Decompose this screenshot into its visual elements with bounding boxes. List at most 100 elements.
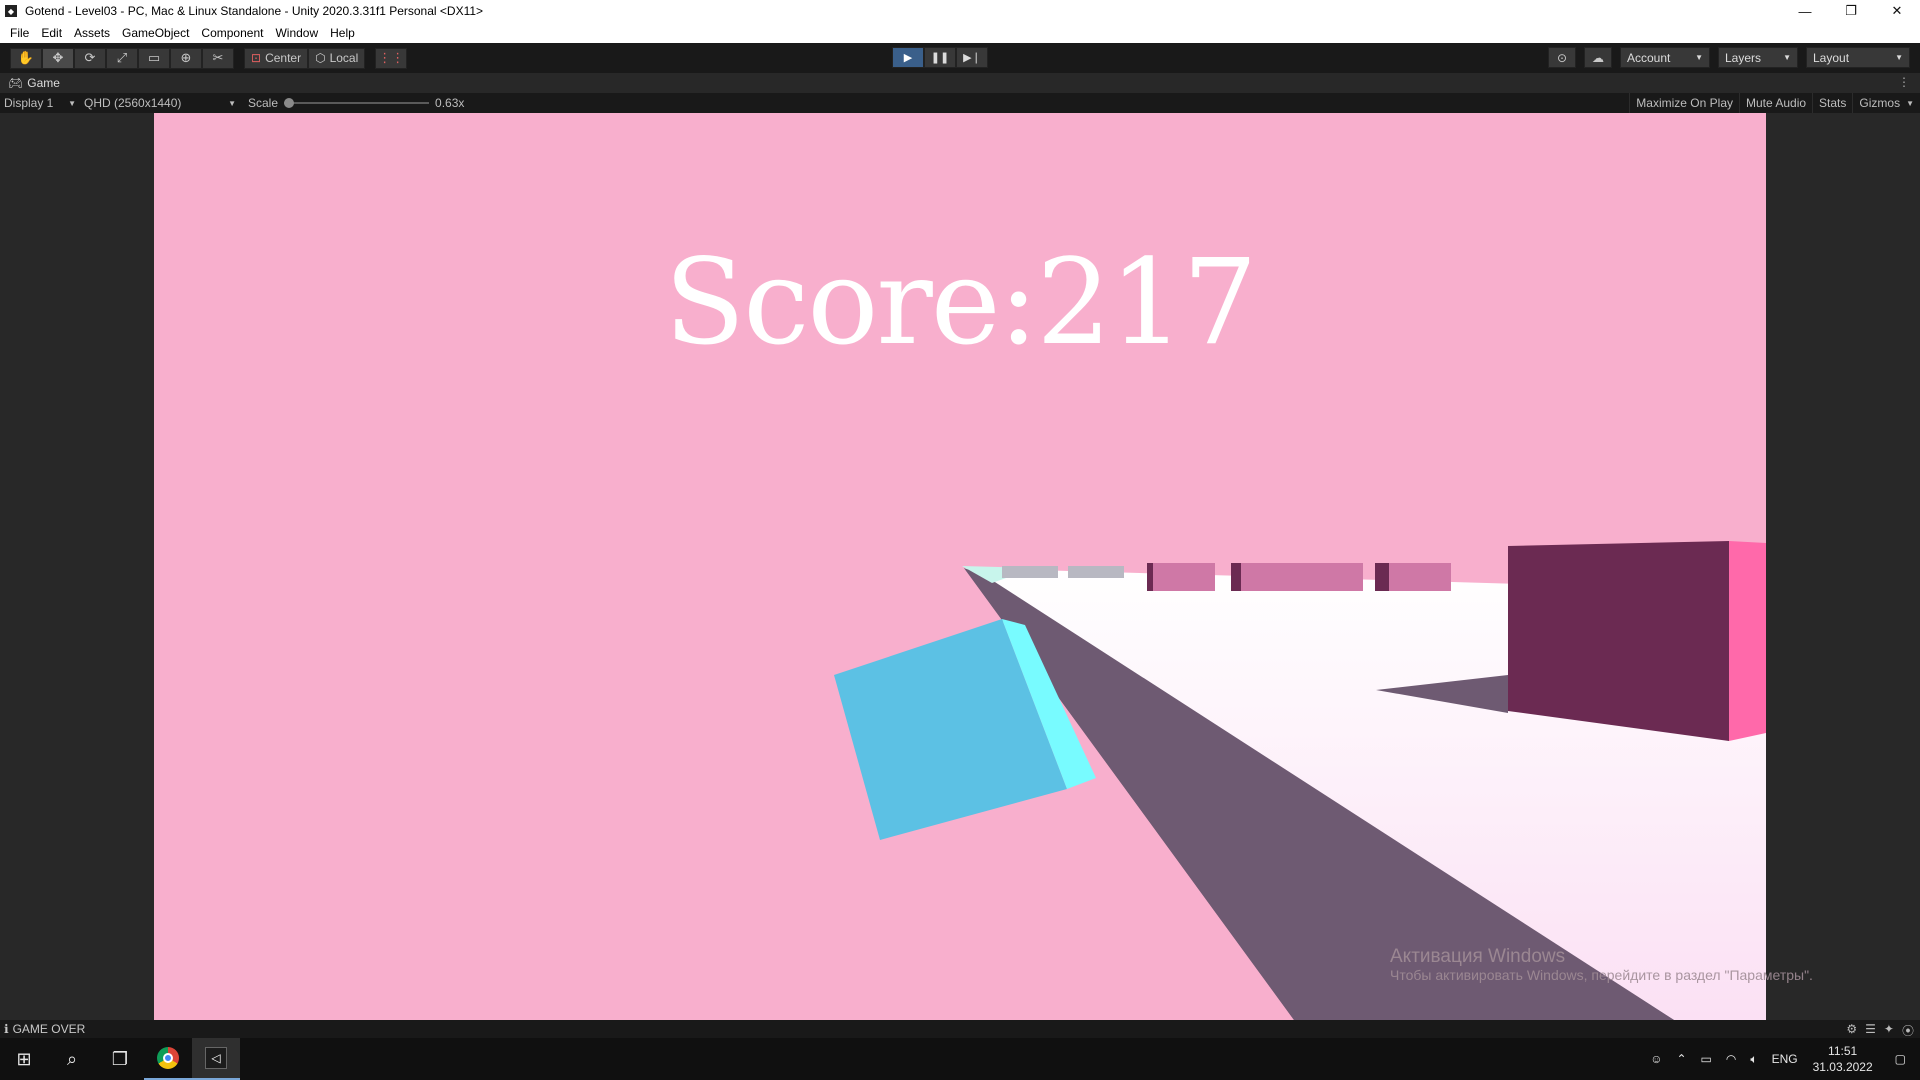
transform-tools: ✋ ✥ ⟳ ⤢ ▭ ⊕ ✂: [10, 47, 234, 69]
gizmos-label: Gizmos: [1859, 96, 1901, 110]
menu-edit[interactable]: Edit: [35, 26, 68, 40]
grid-snap-group: ⋮⋮: [375, 47, 408, 69]
obstacle-far: [1241, 563, 1363, 591]
chrome-icon: [157, 1047, 179, 1069]
move-tool-icon[interactable]: ✥: [42, 47, 74, 69]
obstacle-far-side: [1375, 563, 1389, 591]
resolution-dropdown[interactable]: QHD (2560x1440) ▼: [80, 93, 240, 113]
hand-tool-icon[interactable]: ✋: [10, 47, 42, 69]
transform-tool-icon[interactable]: ⊕: [170, 47, 202, 69]
gamepad-icon: 🎮︎: [8, 76, 24, 90]
chevron-down-icon: ▼: [68, 98, 76, 108]
obstacle-near-side: [1729, 541, 1766, 741]
chevron-down-icon: ▼: [1895, 53, 1903, 62]
volume-icon[interactable]: 🔈︎: [1743, 1052, 1764, 1067]
obstacle-far: [1153, 563, 1215, 591]
main-toolbar: ✋ ✥ ⟳ ⤢ ▭ ⊕ ✂ ⊡ Center ⬡ Local ⋮⋮ ▶ ❚❚ ▶…: [0, 43, 1920, 73]
chevron-down-icon: ▼: [1695, 53, 1703, 62]
console-status-bar[interactable]: ℹ GAME OVER ⚙ ☰ ✦ ⦿: [0, 1020, 1920, 1038]
menu-gameobject[interactable]: GameObject: [116, 26, 195, 40]
menu-assets[interactable]: Assets: [68, 26, 116, 40]
wifi-icon[interactable]: ◠: [1719, 1052, 1743, 1066]
obstacle-far: [1068, 566, 1124, 578]
scale-slider-handle[interactable]: [284, 98, 295, 108]
rect-tool-icon[interactable]: ▭: [138, 47, 170, 69]
game-viewport[interactable]: Score:217: [154, 113, 1766, 1020]
chevron-up-icon[interactable]: ⌃: [1669, 1052, 1693, 1066]
layout-label: Layout: [1813, 50, 1850, 65]
battery-icon[interactable]: ▭: [1694, 1052, 1719, 1066]
layout-dropdown[interactable]: Layout ▼: [1806, 47, 1910, 68]
clock-time: 11:51: [1828, 1044, 1858, 1058]
windows-activation-watermark: Активация Windows Чтобы активировать Win…: [1390, 947, 1813, 985]
layers-dropdown[interactable]: Layers ▼: [1718, 47, 1798, 68]
game-view-options: Maximize On Play Mute Audio Stats Gizmos…: [1629, 93, 1920, 113]
notification-icon[interactable]: ▢: [1881, 1052, 1920, 1066]
obstacle-far: [1002, 566, 1058, 578]
scale-slider[interactable]: [284, 98, 430, 108]
pivot-local-icon: ⬡: [315, 51, 326, 65]
progress-icon: ⚙: [1846, 1022, 1858, 1036]
obstacle-far-side: [1231, 563, 1241, 591]
menu-window[interactable]: Window: [269, 26, 324, 40]
menu-help[interactable]: Help: [324, 26, 361, 40]
tab-game[interactable]: 🎮︎ Game: [0, 73, 68, 93]
unity-app-icon: ◆: [5, 5, 17, 17]
step-button[interactable]: ▶❘: [956, 47, 988, 68]
pivot-center-button[interactable]: ⊡ Center: [244, 47, 309, 69]
debug-mode-icon[interactable]: ⦿: [1902, 1022, 1914, 1039]
collab-icon[interactable]: ⊙: [1548, 47, 1576, 68]
obstacle-far: [1389, 563, 1451, 591]
score-display: Score:217: [154, 233, 1766, 371]
title-bar: ◆ Gotend - Level03 - PC, Mac & Linux Sta…: [0, 0, 1920, 22]
menu-component[interactable]: Component: [195, 26, 269, 40]
system-tray: ☺ ⌃ ▭ ◠ 🔈︎ ENG 11:51 31.03.2022 ▢: [1643, 1038, 1920, 1080]
account-dropdown[interactable]: Account ▼: [1620, 47, 1710, 68]
grid-snap-icon[interactable]: ⋮⋮: [375, 47, 408, 69]
rotate-tool-icon[interactable]: ⟳: [74, 47, 106, 69]
custom-tool-icon[interactable]: ✂: [202, 47, 234, 69]
scale-control: Scale 0.63x: [240, 93, 468, 113]
score-value: 217: [1036, 233, 1257, 371]
windows-start-icon[interactable]: ⊞: [0, 1038, 48, 1080]
people-icon[interactable]: ☺: [1643, 1052, 1669, 1066]
maximize-on-play-toggle[interactable]: Maximize On Play: [1629, 93, 1739, 113]
game-tab-bar: 🎮︎ Game ⋮: [0, 73, 1920, 93]
pause-button[interactable]: ❚❚: [924, 47, 956, 68]
auto-generate-lighting-icon: ✦: [1883, 1022, 1894, 1036]
gizmos-dropdown[interactable]: Gizmos ▼: [1852, 93, 1920, 113]
windows-taskbar: ⊞ ⌕ ❐ ◁ ☺ ⌃ ▭ ◠ 🔈︎ ENG 11:51 31.03.2022 …: [0, 1038, 1920, 1080]
cache-server-icon: ☰: [1865, 1022, 1876, 1036]
task-view-icon[interactable]: ❐: [96, 1038, 144, 1080]
menu-file[interactable]: File: [4, 26, 35, 40]
chrome-taskbar-button[interactable]: [144, 1038, 192, 1080]
play-controls: ▶ ❚❚ ▶❘: [892, 47, 988, 68]
scale-value: 0.63x: [435, 96, 465, 110]
cloud-icon[interactable]: ☁: [1584, 47, 1612, 68]
pivot-group: ⊡ Center ⬡ Local: [244, 47, 366, 69]
window-title: Gotend - Level03 - PC, Mac & Linux Stand…: [25, 4, 484, 18]
status-message: GAME OVER: [12, 1022, 86, 1036]
stats-toggle[interactable]: Stats: [1812, 93, 1852, 113]
clock[interactable]: 11:51 31.03.2022: [1805, 1043, 1881, 1075]
chevron-down-icon: ▼: [1783, 53, 1791, 62]
search-icon[interactable]: ⌕: [48, 1038, 96, 1080]
play-button[interactable]: ▶: [892, 47, 924, 68]
chevron-down-icon: ▼: [1906, 98, 1914, 108]
toolbar-right: ⊙ ☁ Account ▼ Layers ▼ Layout ▼: [1548, 47, 1910, 68]
mute-audio-toggle[interactable]: Mute Audio: [1739, 93, 1812, 113]
tab-game-label: Game: [27, 76, 60, 90]
layers-label: Layers: [1725, 50, 1762, 65]
language-indicator[interactable]: ENG: [1765, 1052, 1805, 1066]
watermark-subtitle: Чтобы активировать Windows, перейдите в …: [1390, 967, 1813, 983]
game-view-toolbar: Display 1 ▼ QHD (2560x1440) ▼ Scale 0.63…: [0, 93, 1920, 113]
restore-button[interactable]: ❐: [1828, 0, 1874, 22]
tab-menu-icon[interactable]: ⋮: [1898, 75, 1910, 89]
scale-tool-icon[interactable]: ⤢: [106, 47, 138, 69]
unity-taskbar-button[interactable]: ◁: [192, 1038, 240, 1080]
display-dropdown[interactable]: Display 1 ▼: [0, 93, 80, 113]
close-button[interactable]: ✕: [1874, 0, 1920, 22]
obstacle-near-front: [1508, 541, 1729, 741]
pivot-local-button[interactable]: ⬡ Local: [308, 47, 366, 69]
minimize-button[interactable]: —: [1782, 0, 1828, 22]
